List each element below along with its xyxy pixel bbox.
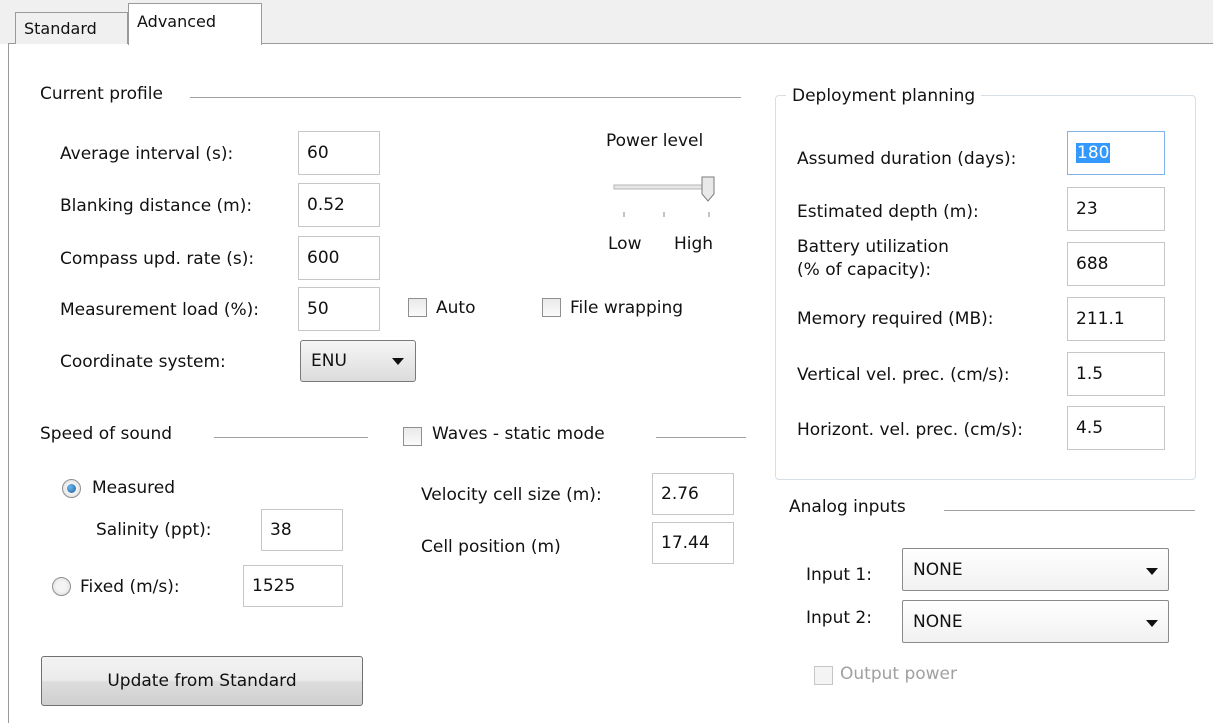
output-power-checkbox[interactable] bbox=[814, 666, 833, 685]
analog-inputs-divider bbox=[944, 510, 1195, 511]
salinity-value: 38 bbox=[270, 520, 292, 540]
auto-checkbox[interactable] bbox=[408, 298, 427, 317]
power-slider-graphic bbox=[613, 176, 715, 217]
battery-label-line2: (% of capacity): bbox=[797, 260, 932, 280]
tab-standard[interactable]: Standard bbox=[15, 12, 128, 44]
waves-static-label: Waves - static mode bbox=[432, 424, 605, 444]
chevron-down-icon bbox=[1146, 620, 1158, 627]
tab-advanced-label: Advanced bbox=[137, 12, 217, 31]
vertical-precision-label: Vertical vel. prec. (cm/s): bbox=[797, 365, 1010, 385]
power-high-label: High bbox=[674, 234, 714, 254]
depth-value: 23 bbox=[1076, 199, 1098, 219]
speed-of-sound-title: Speed of sound bbox=[40, 424, 173, 444]
depth-label: Estimated depth (m): bbox=[797, 202, 979, 222]
power-low-label: Low bbox=[608, 234, 642, 254]
salinity-input[interactable]: 38 bbox=[261, 509, 343, 551]
input1-value: NONE bbox=[913, 560, 963, 580]
blanking-distance-input[interactable]: 0.52 bbox=[298, 183, 380, 227]
speed-of-sound-divider bbox=[214, 437, 368, 438]
horizontal-precision-value: 4.5 bbox=[1076, 418, 1104, 438]
cell-position-label: Cell position (m) bbox=[421, 537, 561, 557]
radio-selected-dot bbox=[67, 484, 76, 493]
average-interval-value: 60 bbox=[307, 143, 329, 163]
salinity-label: Salinity (ppt): bbox=[96, 520, 212, 540]
cell-size-value: 2.76 bbox=[661, 484, 699, 504]
battery-label-line1: Battery utilization bbox=[797, 237, 949, 257]
vertical-precision-value: 1.5 bbox=[1076, 364, 1104, 384]
vertical-precision-input[interactable]: 1.5 bbox=[1067, 352, 1165, 396]
input2-label: Input 2: bbox=[806, 608, 872, 628]
blanking-distance-value: 0.52 bbox=[307, 195, 345, 215]
compass-rate-label: Compass upd. rate (s): bbox=[60, 249, 255, 269]
battery-input[interactable]: 688 bbox=[1067, 242, 1165, 286]
measurement-load-value: 50 bbox=[307, 299, 329, 319]
power-level-slider[interactable] bbox=[610, 174, 720, 220]
horizontal-precision-label: Horizont. vel. prec. (cm/s): bbox=[797, 420, 1024, 440]
coordinate-system-value: ENU bbox=[311, 351, 347, 371]
measured-label: Measured bbox=[92, 478, 176, 498]
duration-input[interactable]: 180 bbox=[1067, 131, 1165, 175]
analog-inputs-title: Analog inputs bbox=[789, 497, 906, 517]
current-profile-title: Current profile bbox=[40, 84, 163, 104]
tab-advanced[interactable]: Advanced bbox=[128, 3, 262, 45]
measurement-load-label: Measurement load (%): bbox=[60, 300, 259, 320]
update-button-label: Update from Standard bbox=[107, 671, 297, 691]
average-interval-label: Average interval (s): bbox=[60, 144, 234, 164]
compass-rate-input[interactable]: 600 bbox=[298, 236, 380, 280]
current-profile-divider bbox=[190, 97, 741, 98]
file-wrapping-label: File wrapping bbox=[570, 298, 684, 318]
input2-dropdown[interactable]: NONE bbox=[902, 600, 1169, 643]
cell-size-label: Velocity cell size (m): bbox=[421, 485, 602, 505]
memory-input[interactable]: 211.1 bbox=[1067, 297, 1165, 341]
fixed-input[interactable]: 1525 bbox=[243, 565, 343, 607]
duration-label: Assumed duration (days): bbox=[797, 149, 1017, 169]
cell-position-value: 17.44 bbox=[661, 533, 710, 553]
cell-size-input[interactable]: 2.76 bbox=[652, 473, 734, 515]
measured-radio[interactable] bbox=[62, 479, 81, 498]
fixed-radio[interactable] bbox=[52, 577, 71, 596]
cell-position-input[interactable]: 17.44 bbox=[652, 522, 734, 564]
input2-value: NONE bbox=[913, 612, 963, 632]
chevron-down-icon bbox=[392, 358, 404, 365]
waves-static-checkbox[interactable] bbox=[403, 427, 422, 446]
horizontal-precision-input[interactable]: 4.5 bbox=[1067, 406, 1165, 450]
tab-standard-label: Standard bbox=[24, 19, 97, 38]
fixed-value: 1525 bbox=[252, 576, 296, 596]
auto-label: Auto bbox=[436, 298, 476, 318]
battery-value: 688 bbox=[1076, 254, 1109, 274]
blanking-distance-label: Blanking distance (m): bbox=[60, 196, 253, 216]
memory-label: Memory required (MB): bbox=[797, 309, 994, 329]
waves-divider bbox=[656, 437, 746, 438]
update-from-standard-button[interactable]: Update from Standard bbox=[41, 656, 363, 706]
input1-dropdown[interactable]: NONE bbox=[902, 548, 1169, 591]
deployment-planning-title: Deployment planning bbox=[786, 86, 982, 106]
input1-label: Input 1: bbox=[806, 565, 872, 585]
duration-value: 180 bbox=[1076, 143, 1111, 163]
coordinate-system-label: Coordinate system: bbox=[60, 352, 226, 372]
depth-input[interactable]: 23 bbox=[1067, 187, 1165, 231]
file-wrapping-checkbox[interactable] bbox=[542, 298, 561, 317]
memory-value: 211.1 bbox=[1076, 309, 1125, 329]
average-interval-input[interactable]: 60 bbox=[298, 131, 380, 175]
output-power-label: Output power bbox=[840, 664, 957, 684]
power-level-label: Power level bbox=[606, 131, 704, 151]
fixed-label: Fixed (m/s): bbox=[80, 577, 180, 597]
measurement-load-input[interactable]: 50 bbox=[298, 287, 380, 331]
coordinate-system-dropdown[interactable]: ENU bbox=[300, 340, 416, 382]
compass-rate-value: 600 bbox=[307, 248, 340, 268]
chevron-down-icon bbox=[1146, 568, 1158, 575]
